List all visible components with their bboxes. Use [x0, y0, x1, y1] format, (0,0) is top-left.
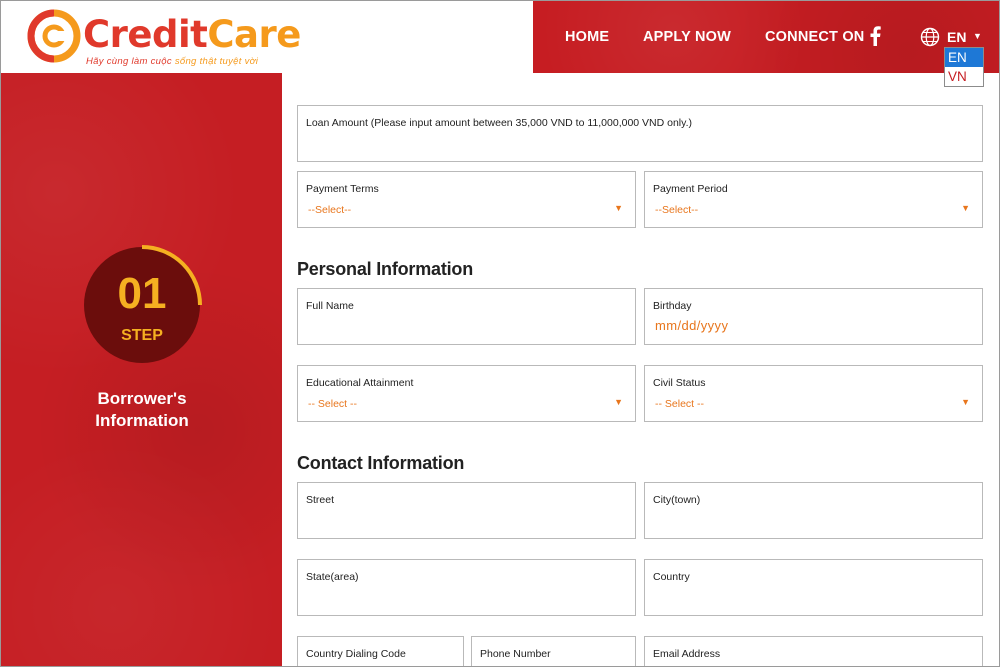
chevron-down-icon: ▼ [961, 397, 970, 407]
birthday-label: Birthday [653, 300, 692, 312]
language-option-en[interactable]: EN [945, 48, 983, 67]
step-title: Borrower's Information [95, 389, 189, 430]
chevron-down-icon: ▼ [614, 203, 623, 213]
full-name-field[interactable]: Full Name [297, 288, 636, 345]
state-label: State(area) [306, 571, 359, 583]
header: CreditCare Hãy cùng làm cuộc sống thật t… [1, 1, 999, 87]
payment-terms-value: --Select-- [308, 204, 352, 216]
birthday-field[interactable]: Birthday mm/dd/yyyy [644, 288, 983, 345]
facebook-icon[interactable] [869, 26, 881, 46]
loan-amount-field[interactable]: Loan Amount (Please input amount between… [297, 105, 983, 162]
step-label: STEP [121, 327, 163, 344]
civil-status-value: -- Select -- [655, 398, 705, 410]
payment-period-label: Payment Period [653, 183, 728, 195]
application-form: Loan Amount (Please input amount between… [283, 73, 999, 666]
chevron-down-icon[interactable]: ▼ [973, 31, 982, 41]
birthday-placeholder: mm/dd/yyyy [655, 318, 729, 333]
language-selector[interactable]: EN [947, 29, 966, 45]
brand-tagline: Hãy cùng làm cuộc sống thật tuyệt vời [86, 56, 259, 67]
chevron-down-icon: ▼ [961, 203, 970, 213]
civil-status-label: Civil Status [653, 377, 706, 389]
globe-icon[interactable] [920, 27, 940, 47]
street-field[interactable]: Street [297, 482, 636, 539]
country-dialing-code-label: Country Dialing Code [306, 648, 406, 660]
educational-attainment-label: Educational Attainment [306, 377, 414, 389]
email-address-field[interactable]: Email Address [644, 636, 983, 666]
creditcare-logo-icon [27, 9, 81, 63]
educational-attainment-select[interactable]: Educational Attainment -- Select -- ▼ [297, 365, 636, 422]
page: CreditCare Hãy cùng làm cuộc sống thật t… [0, 0, 1000, 667]
phone-number-label: Phone Number [480, 648, 551, 660]
city-field[interactable]: City(town) [644, 482, 983, 539]
language-option-vn[interactable]: VN [945, 67, 983, 86]
step-number: 01 [117, 269, 167, 318]
step-sidebar: 01 STEP Borrower's Information [1, 73, 282, 666]
nav-connect-on-label: CONNECT ON [765, 29, 865, 45]
state-field[interactable]: State(area) [297, 559, 636, 616]
payment-terms-label: Payment Terms [306, 183, 379, 195]
nav-home-link[interactable]: HOME [565, 29, 609, 45]
top-nav: HOME APPLY NOW CONNECT ON EN ▼ [533, 1, 999, 73]
country-dialing-code-field[interactable]: Country Dialing Code [297, 636, 464, 666]
street-label: Street [306, 494, 335, 506]
payment-period-value: --Select-- [655, 204, 699, 216]
brand-name: CreditCare [83, 13, 301, 56]
loan-amount-label: Loan Amount (Please input amount between… [306, 117, 693, 129]
chevron-down-icon: ▼ [614, 397, 623, 407]
email-address-label: Email Address [653, 648, 721, 660]
contact-information-heading: Contact Information [297, 453, 465, 473]
logo[interactable]: CreditCare Hãy cùng làm cuộc sống thật t… [27, 7, 317, 69]
educational-attainment-value: -- Select -- [308, 398, 358, 410]
city-label: City(town) [653, 494, 701, 506]
language-dropdown: EN VN [944, 47, 984, 87]
full-name-label: Full Name [306, 300, 354, 312]
payment-terms-select[interactable]: Payment Terms --Select-- ▼ [297, 171, 636, 228]
country-field[interactable]: Country [644, 559, 983, 616]
nav-apply-now-link[interactable]: APPLY NOW [643, 29, 731, 45]
payment-period-select[interactable]: Payment Period --Select-- ▼ [644, 171, 983, 228]
country-label: Country [653, 571, 690, 583]
personal-information-heading: Personal Information [297, 259, 474, 279]
phone-number-field[interactable]: Phone Number [471, 636, 636, 666]
civil-status-select[interactable]: Civil Status -- Select -- ▼ [644, 365, 983, 422]
